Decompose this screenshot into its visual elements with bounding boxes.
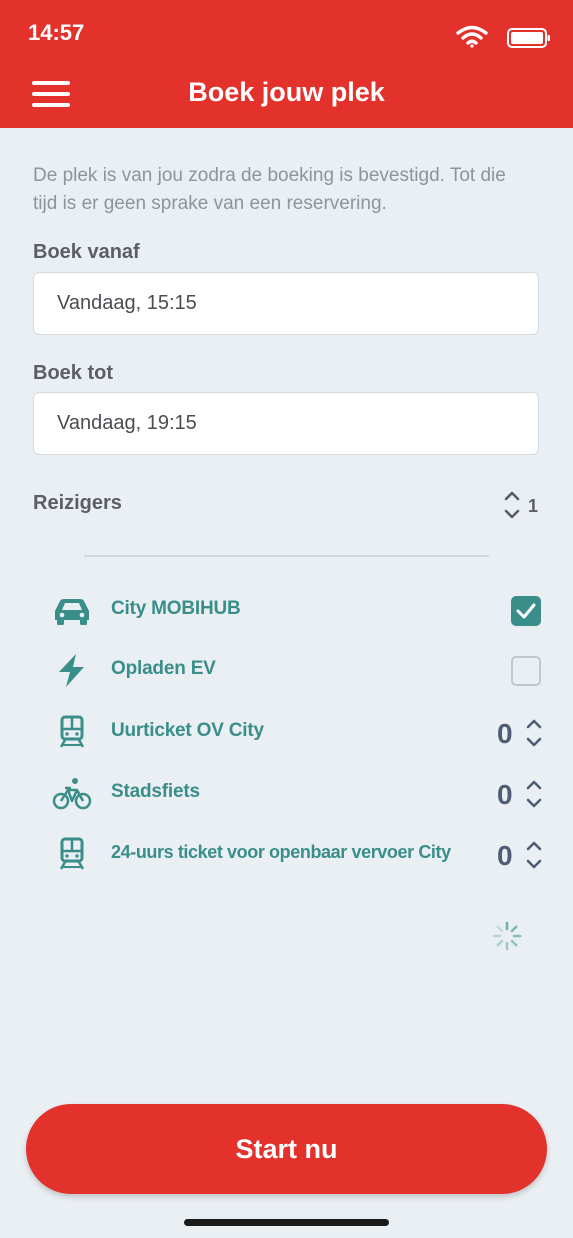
stadsfiets-stepper-icon[interactable] [524,777,544,811]
option-label: Opladen EV [111,658,216,679]
bicycle-icon [52,778,92,810]
train-icon [59,837,85,870]
spinner-icon [492,921,522,951]
travelers-count: 1 [528,496,539,516]
book-from-field[interactable]: Vandaag, 15:15 [33,272,539,335]
option-label: Stadsfiets [111,781,200,802]
book-from-label: Boek vanaf [33,241,140,263]
book-to-label: Boek tot [33,362,113,384]
opladen-ev-checkbox[interactable] [511,656,541,686]
uurticket-stepper-icon[interactable] [524,716,544,750]
checkmark-icon [516,603,536,619]
wifi-icon [456,25,488,48]
car-icon [55,599,89,625]
train-icon [59,715,85,748]
stadsfiets-count: 0 [497,779,513,810]
option-row-opladen-ev: Opladen EV [0,646,573,696]
option-label: Uurticket OV City [111,720,264,741]
divider [84,555,489,557]
home-indicator[interactable] [184,1219,389,1226]
city-mobihub-checkbox[interactable] [511,596,541,626]
option-row-uurticket: Uurticket OV City 0 [0,708,573,758]
battery-icon [507,28,550,48]
travelers-label: Reizigers [33,492,122,514]
start-now-button[interactable]: Start nu [26,1104,547,1194]
app-header: 14:57 Boek jouw plek [0,0,573,128]
page-title: Boek jouw plek [188,77,385,107]
option-label: 24-uurs ticket voor openbaar vervoer Cit… [111,842,451,862]
lightning-icon [59,654,84,687]
travelers-stepper-icon[interactable] [501,488,523,522]
status-bar-time: 14:57 [28,20,85,45]
intro-text: De plek is van jou zodra de boeking is b… [33,165,506,214]
option-row-24-uurs-ticket: 24-uurs ticket voor openbaar vervoer Cit… [0,830,573,880]
book-to-field[interactable]: Vandaag, 19:15 [33,392,539,455]
24-uurs-ticket-stepper-icon[interactable] [524,838,544,872]
uurticket-count: 0 [497,718,513,749]
option-row-stadsfiets: Stadsfiets 0 [0,769,573,819]
option-row-city-mobihub: City MOBIHUB [0,586,573,636]
option-label: City MOBIHUB [111,598,241,619]
24-uurs-ticket-count: 0 [497,840,513,871]
